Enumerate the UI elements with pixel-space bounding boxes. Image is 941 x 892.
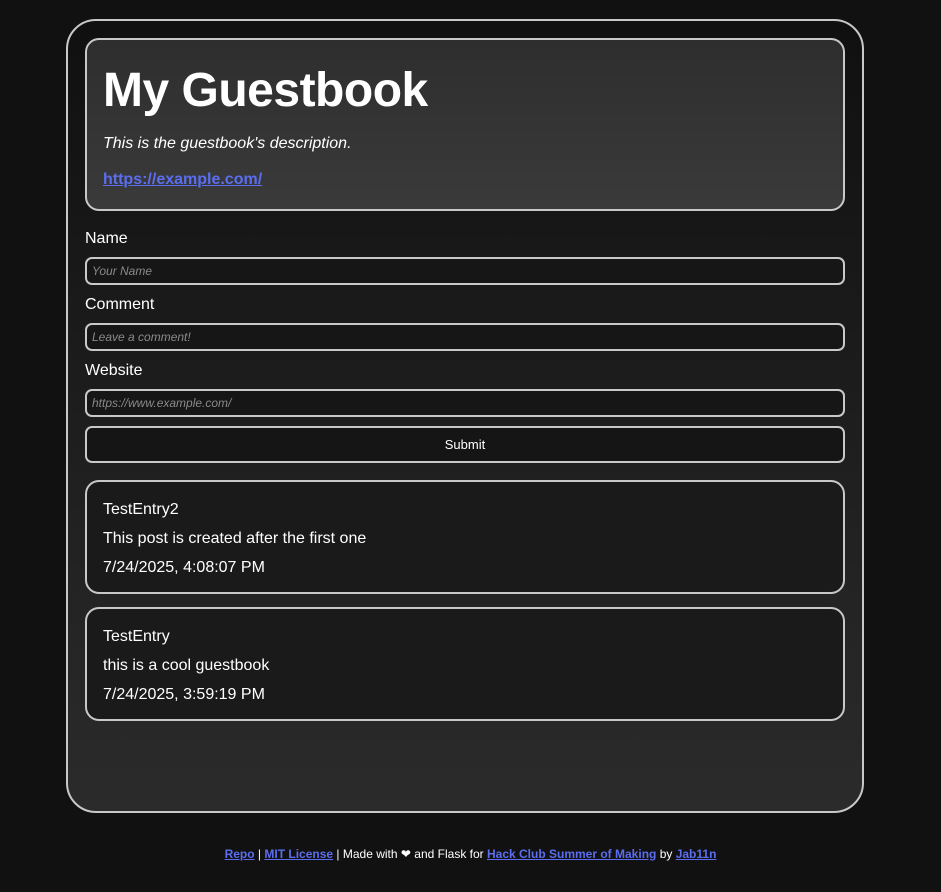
page-title: My Guestbook [103, 64, 428, 117]
footer-separator: | [254, 847, 265, 861]
repo-link[interactable]: Repo [225, 847, 255, 861]
footer: Repo | MIT License | Made with ❤ and Fla… [0, 846, 941, 862]
entry-name: TestEntry2 [103, 501, 179, 518]
entry-timestamp: 7/24/2025, 3:59:19 PM [103, 686, 265, 703]
guestbook-container: My Guestbook This is the guestbook's des… [66, 19, 864, 813]
license-link[interactable]: MIT License [264, 847, 333, 861]
heart-icon: ❤ [400, 847, 411, 861]
website-label: Website [85, 362, 143, 379]
footer-made-with: | Made with [333, 847, 401, 861]
entry-comment: This post is created after the first one [103, 530, 367, 547]
entry-name: TestEntry [103, 628, 170, 645]
entry-list: TestEntry2 This post is created after th… [85, 480, 845, 721]
website-input[interactable] [85, 389, 845, 417]
guestbook-entry: TestEntry this is a cool guestbook 7/24/… [85, 607, 845, 721]
guestbook-entry: TestEntry2 This post is created after th… [85, 480, 845, 594]
footer-and-flask: and Flask for [410, 847, 487, 861]
name-input[interactable] [85, 257, 845, 285]
entry-comment: this is a cool guestbook [103, 657, 270, 674]
submit-button[interactable]: Submit [85, 426, 845, 463]
event-link[interactable]: Hack Club Summer of Making [487, 847, 656, 861]
guestbook-website-link[interactable]: https://example.com/ [103, 171, 262, 189]
entry-timestamp: 7/24/2025, 4:08:07 PM [103, 559, 265, 576]
comment-label: Comment [85, 296, 155, 313]
guestbook-description: This is the guestbook's description. [103, 135, 352, 152]
name-label: Name [85, 230, 128, 247]
guestbook-form: Name Comment Website Submit [85, 229, 845, 463]
author-link[interactable]: Jab11n [676, 847, 717, 861]
comment-input[interactable] [85, 323, 845, 351]
guestbook-header: My Guestbook This is the guestbook's des… [85, 38, 845, 211]
footer-by: by [656, 847, 676, 861]
